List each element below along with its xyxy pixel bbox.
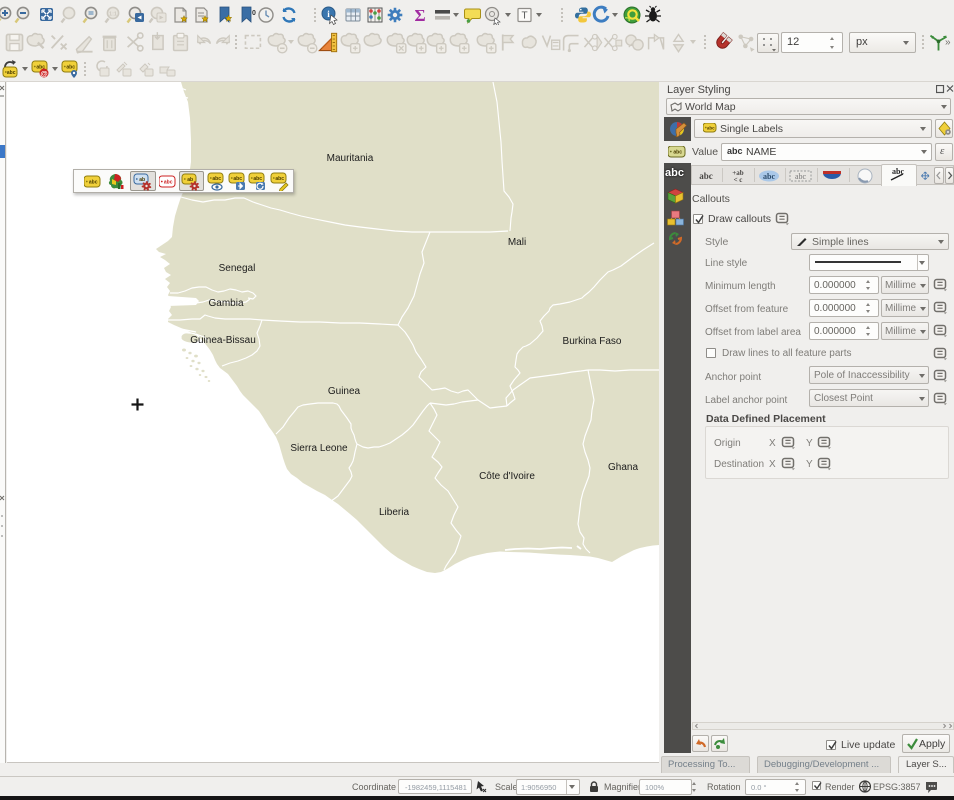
svg-text:abc: abc [233,176,242,182]
svg-text:abc: abc [89,180,98,186]
svg-text:abc: abc [707,126,715,131]
svg-text:Guinea: Guinea [328,386,361,397]
svg-text:abc: abc [66,65,75,71]
svg-text:Burkina Faso: Burkina Faso [563,336,622,347]
svg-text:abc: abc [253,176,262,182]
svg-text:abc: abc [275,176,284,182]
svg-text:Mali: Mali [508,237,526,248]
svg-text:1:1: 1:1 [109,12,117,18]
svg-text:abc: abc [795,172,807,181]
svg-text:T: T [521,11,527,22]
svg-text:abc: abc [763,172,775,181]
svg-text:abc: abc [7,70,16,76]
svg-text:Côte d'Ivoire: Côte d'Ivoire [479,471,535,482]
svg-text:abc: abc [673,150,682,156]
svg-text:Mauritania: Mauritania [327,153,374,164]
svg-text:< c: < c [734,176,743,184]
svg-text:Ghana: Ghana [608,462,638,473]
svg-text:ab: ab [139,177,145,183]
svg-text:Guinea-Bissau: Guinea-Bissau [190,335,256,346]
svg-text:abc: abc [164,180,173,186]
svg-text:ab: ab [187,177,193,183]
svg-text:@: @ [40,69,47,78]
svg-text:abc: abc [699,171,713,181]
svg-text:Liberia: Liberia [379,507,409,518]
svg-text:Σ: Σ [414,6,425,25]
svg-text:Gambia: Gambia [208,298,243,309]
svg-text:Sierra Leone: Sierra Leone [290,443,348,454]
svg-text:abc: abc [212,176,221,182]
svg-text:Senegal: Senegal [219,263,256,274]
